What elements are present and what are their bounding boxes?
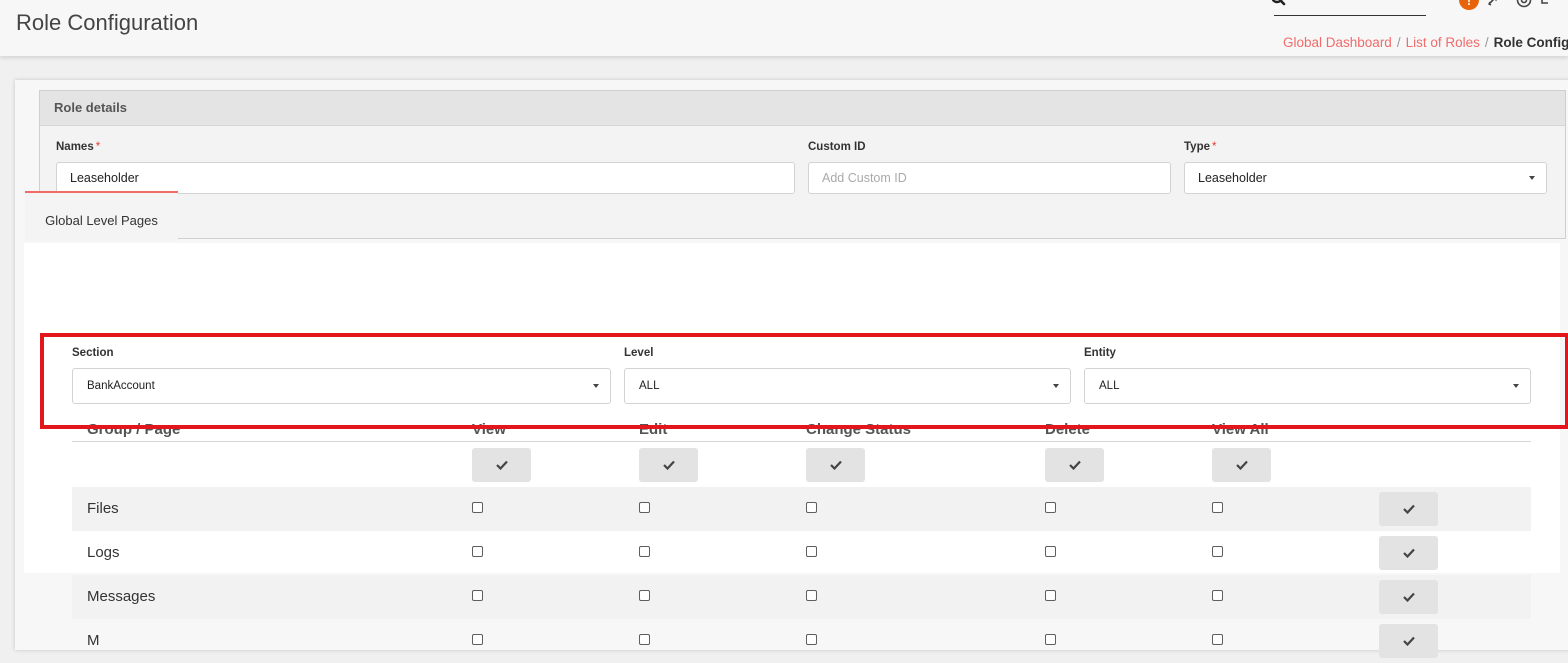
section-label: Section <box>72 347 114 359</box>
names-label: Names * <box>56 141 101 153</box>
page-title: Role Configuration <box>16 10 199 35</box>
table-row: Messages <box>72 575 1531 619</box>
breadcrumb-current: Role Configuration <box>1493 35 1568 50</box>
rocket-icon[interactable] <box>1487 0 1503 6</box>
change-status-checkbox[interactable] <box>806 590 817 601</box>
level-select-value: ALL <box>639 380 660 392</box>
section-select[interactable]: BankAccount <box>72 368 611 404</box>
search-icon[interactable] <box>1272 0 1286 6</box>
view-checkbox[interactable] <box>472 502 483 513</box>
edit-checkbox[interactable] <box>639 590 650 601</box>
chevron-down-icon <box>593 384 599 388</box>
breadcrumb-separator: / <box>1396 35 1401 50</box>
table-row: M <box>72 619 1531 663</box>
alert-icon[interactable]: ! <box>1459 0 1479 10</box>
custom-id-label: Custom ID <box>808 141 866 153</box>
row-label: Logs <box>87 544 120 561</box>
type-label: Type * <box>1184 141 1217 153</box>
edit-checkbox[interactable] <box>639 546 650 557</box>
custom-id-field[interactable]: Add Custom ID <box>808 162 1171 194</box>
level-select[interactable]: ALL <box>624 368 1071 404</box>
select-all-change-status-button[interactable] <box>806 448 865 482</box>
edit-checkbox[interactable] <box>639 634 650 645</box>
view-checkbox[interactable] <box>472 634 483 645</box>
role-details-panel: Role details Names * Leaseholder Custom I… <box>39 90 1566 239</box>
check-icon <box>1235 460 1248 470</box>
row-label: Messages <box>87 588 156 605</box>
table-row: Logs <box>72 531 1531 575</box>
check-icon <box>495 460 508 470</box>
check-icon <box>829 460 842 470</box>
breadcrumb-list-of-roles[interactable]: List of Roles <box>1406 35 1480 50</box>
breadcrumb: Global Dashboard / List of Roles / Role Conf… <box>1283 35 1568 50</box>
view-all-checkbox[interactable] <box>1212 546 1223 557</box>
select-row-button[interactable] <box>1379 580 1438 614</box>
chevron-down-icon <box>1529 176 1535 180</box>
header-divider <box>72 441 1531 442</box>
change-status-checkbox[interactable] <box>806 634 817 645</box>
names-field[interactable]: Leaseholder <box>56 162 795 194</box>
section-select-value: BankAccount <box>87 380 155 392</box>
check-icon <box>1402 592 1415 602</box>
breadcrumb-global-dashboard[interactable]: Global Dashboard <box>1283 35 1392 50</box>
role-details-title: Role details <box>40 91 1565 126</box>
view-all-checkbox[interactable] <box>1212 634 1223 645</box>
type-select[interactable]: Leaseholder <box>1184 162 1547 194</box>
entity-select[interactable]: ALL <box>1084 368 1531 404</box>
check-icon <box>1402 504 1415 514</box>
col-header-view: View <box>472 421 506 438</box>
check-icon <box>1068 460 1081 470</box>
view-all-checkbox[interactable] <box>1212 590 1223 601</box>
row-label: M <box>87 632 100 649</box>
change-status-checkbox[interactable] <box>806 502 817 513</box>
view-checkbox[interactable] <box>472 546 483 557</box>
select-row-button[interactable] <box>1379 492 1438 526</box>
col-header-group-page: Group / Page <box>87 421 181 438</box>
select-all-view-button[interactable] <box>472 448 531 482</box>
delete-checkbox[interactable] <box>1045 590 1056 601</box>
check-icon <box>1402 548 1415 558</box>
help-icon[interactable] <box>1516 0 1532 8</box>
exit-icon[interactable] <box>1540 0 1554 6</box>
entity-label: Entity <box>1084 347 1116 359</box>
search-input[interactable] <box>1274 15 1426 16</box>
entity-select-value: ALL <box>1099 380 1120 392</box>
check-icon <box>662 460 675 470</box>
select-all-edit-button[interactable] <box>639 448 698 482</box>
col-header-change-status: Change Status <box>806 421 912 438</box>
chevron-down-icon <box>1053 384 1059 388</box>
select-row-button[interactable] <box>1379 536 1438 570</box>
delete-checkbox[interactable] <box>1045 634 1056 645</box>
view-checkbox[interactable] <box>472 590 483 601</box>
col-header-edit: Edit <box>639 421 668 438</box>
change-status-checkbox[interactable] <box>806 546 817 557</box>
type-select-value: Leaseholder <box>1198 171 1267 185</box>
col-header-view-all: View All <box>1212 421 1269 438</box>
select-row-button[interactable] <box>1379 624 1438 658</box>
edit-checkbox[interactable] <box>639 502 650 513</box>
level-label: Level <box>624 347 654 359</box>
select-all-delete-button[interactable] <box>1045 448 1104 482</box>
row-label: Files <box>87 500 119 517</box>
select-all-view-all-button[interactable] <box>1212 448 1271 482</box>
top-header: Role Configuration ! Global Dashboard / Li… <box>0 0 1568 56</box>
delete-checkbox[interactable] <box>1045 546 1056 557</box>
breadcrumb-separator: / <box>1484 35 1489 50</box>
table-row: Files <box>72 487 1531 531</box>
tab-global-level-pages[interactable]: Global Level Pages <box>25 191 178 241</box>
chevron-down-icon <box>1513 384 1519 388</box>
view-all-checkbox[interactable] <box>1212 502 1223 513</box>
col-header-delete: Delete <box>1045 421 1091 438</box>
delete-checkbox[interactable] <box>1045 502 1056 513</box>
